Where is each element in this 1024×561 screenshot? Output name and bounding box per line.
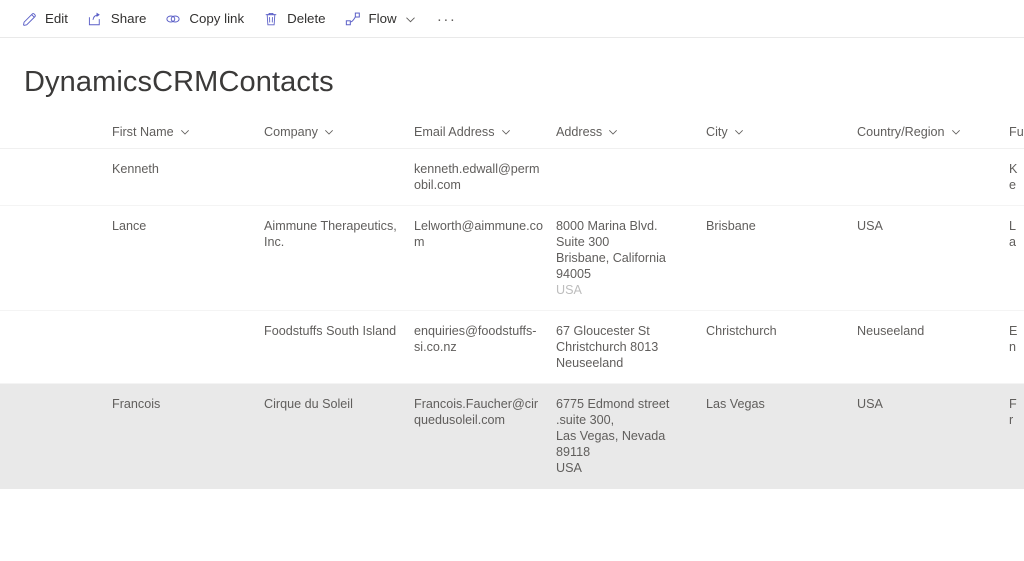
cell-full-name: Fr (1009, 384, 1024, 440)
column-header-country-region[interactable]: Country/Region (857, 125, 1009, 139)
chevron-down-icon (324, 127, 334, 137)
delete-button[interactable]: Delete (254, 4, 333, 34)
cell-address (556, 149, 706, 173)
cell-city: Las Vegas (706, 384, 857, 424)
cell-company: Foodstuffs South Island (264, 311, 414, 351)
column-header-city-label: City (706, 125, 728, 139)
link-icon (164, 10, 182, 28)
cell-company (264, 149, 414, 173)
copy-link-button[interactable]: Copy link (156, 4, 252, 34)
grid-body: Kennethkenneth.edwall@permobil.comKeLanc… (0, 149, 1024, 489)
cell-city: Christchurch (706, 311, 857, 351)
cell-city: Brisbane (706, 206, 857, 246)
address-country-line: USA (556, 282, 694, 298)
cell-company: Cirque du Soleil (264, 384, 414, 424)
column-header-company[interactable]: Company (264, 125, 414, 139)
cell-email-address: kenneth.edwall@permobil.com (414, 149, 556, 205)
flow-button-label: Flow (369, 12, 397, 25)
cell-first-name (112, 311, 264, 335)
column-header-company-label: Company (264, 125, 318, 139)
column-header-first-name-label: First Name (112, 125, 174, 139)
column-header-city[interactable]: City (706, 125, 857, 139)
address-line: 94005 (556, 266, 694, 282)
copy-link-button-label: Copy link (189, 12, 244, 25)
share-icon (86, 10, 104, 28)
cell-email-address: enquiries@foodstuffs-si.co.nz (414, 311, 556, 367)
cell-full-name: En (1009, 311, 1024, 367)
column-header-email-address-label: Email Address (414, 125, 495, 139)
address-line: 8000 Marina Blvd. (556, 218, 694, 234)
address-line: Christchurch 8013 (556, 339, 694, 355)
cell-address: 67 Gloucester StChristchurch 8013Neuseel… (556, 311, 706, 383)
cell-city (706, 149, 857, 173)
address-line: Las Vegas, Nevada (556, 428, 694, 444)
cell-country-region (857, 149, 1009, 173)
share-button[interactable]: Share (78, 4, 154, 34)
chevron-down-icon (180, 127, 190, 137)
chevron-down-icon (608, 127, 618, 137)
pencil-icon (20, 10, 38, 28)
cell-country-region: USA (857, 206, 1009, 246)
address-line: Brisbane, California (556, 250, 694, 266)
page-title: DynamicsCRMContacts (0, 38, 1024, 99)
address-line: 67 Gloucester St (556, 323, 694, 339)
address-line: 6775 Edmond street (556, 396, 694, 412)
edit-button-label: Edit (45, 12, 68, 25)
chevron-down-icon (951, 127, 961, 137)
column-header-country-region-label: Country/Region (857, 125, 945, 139)
cell-email-address: Lelworth@aimmune.com (414, 206, 556, 262)
chevron-down-icon (501, 127, 511, 137)
flow-icon (344, 10, 362, 28)
address-line: Suite 300 (556, 234, 694, 250)
address-line: USA (556, 460, 694, 476)
cell-country-region: USA (857, 384, 1009, 424)
column-header-first-name[interactable]: First Name (112, 125, 264, 139)
command-bar: Edit Share Copy link (0, 0, 1024, 38)
table-row[interactable]: Kenneth kenneth.edwall@permobil.com Ke (0, 149, 1024, 206)
cell-email-address: Francois.Faucher@cirquedusoleil.com (414, 384, 556, 440)
flow-button[interactable]: Flow (336, 4, 425, 34)
chevron-down-icon (734, 127, 744, 137)
column-header-full-name[interactable]: Fu (1009, 125, 1024, 139)
delete-button-label: Delete (287, 12, 325, 25)
cell-first-name: Kenneth (112, 149, 264, 189)
column-header-address-label: Address (556, 125, 602, 139)
table-row[interactable]: FrancoisCirque du SoleilFrancois.Faucher… (0, 384, 1024, 489)
trash-icon (262, 10, 280, 28)
cell-first-name: Francois (112, 384, 264, 424)
cell-address: 6775 Edmond street.suite 300,Las Vegas, … (556, 384, 706, 488)
contacts-grid: First Name Company Email Address Address (0, 119, 1024, 489)
cell-company: Aimmune Therapeutics, Inc. (264, 206, 414, 262)
column-header-address[interactable]: Address (556, 125, 706, 139)
cell-address: 8000 Marina Blvd.Suite 300Brisbane, Cali… (556, 206, 706, 310)
cell-full-name: La (1009, 206, 1024, 262)
share-button-label: Share (111, 12, 146, 25)
grid-header-row: First Name Company Email Address Address (0, 119, 1024, 149)
column-header-full-name-label: Fu (1009, 125, 1024, 139)
more-options-button[interactable]: ··· (433, 4, 461, 34)
cell-full-name: Ke (1009, 149, 1024, 205)
chevron-down-icon (404, 13, 417, 26)
table-row[interactable]: Foodstuffs South Islandenquiries@foodstu… (0, 311, 1024, 384)
edit-button[interactable]: Edit (12, 4, 76, 34)
column-header-email-address[interactable]: Email Address (414, 125, 556, 139)
table-row[interactable]: LanceAimmune Therapeutics, Inc.Lelworth@… (0, 206, 1024, 311)
cell-country-region: Neuseeland (857, 311, 1009, 351)
address-line: .suite 300, (556, 412, 694, 428)
cell-first-name: Lance (112, 206, 264, 246)
address-line: 89118 (556, 444, 694, 460)
address-line: Neuseeland (556, 355, 694, 371)
